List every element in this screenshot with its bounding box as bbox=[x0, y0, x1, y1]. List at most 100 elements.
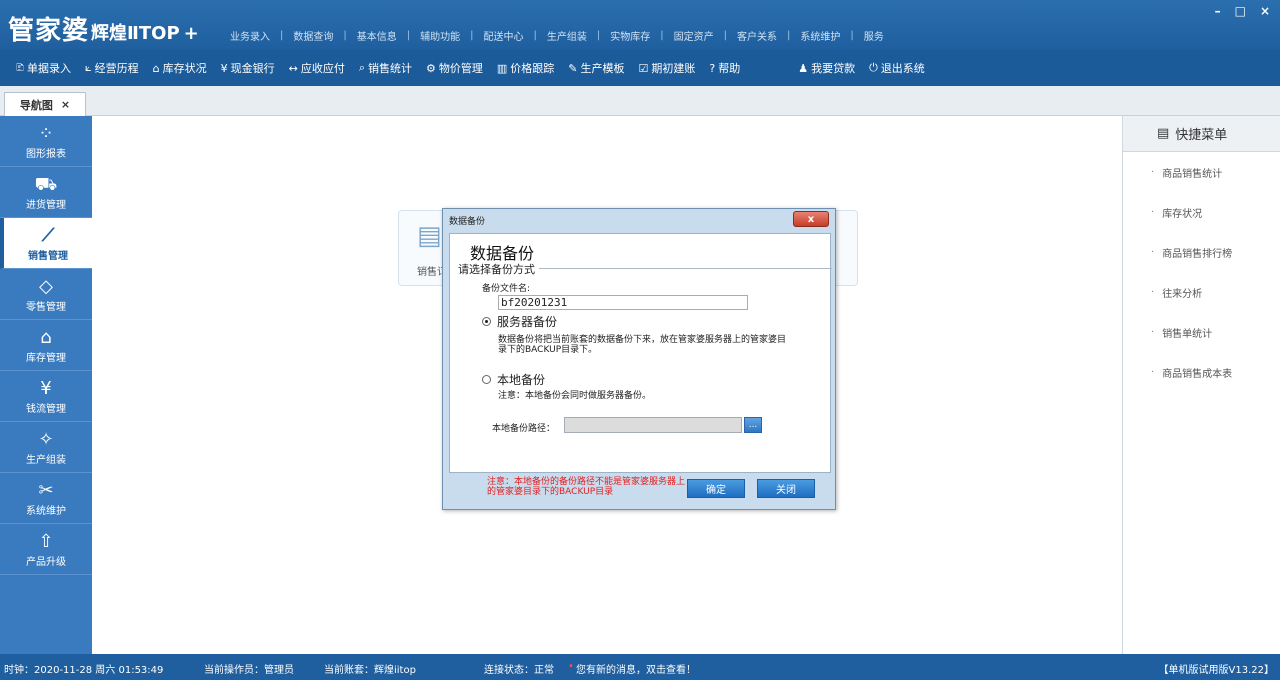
toolbar-button[interactable]: 🗈 单据录入 bbox=[16, 50, 85, 86]
top-menu-item[interactable]: 生产组装 bbox=[545, 28, 589, 43]
filename-label: 备份文件名: bbox=[482, 284, 531, 294]
top-menu-item[interactable]: 辅助功能 bbox=[418, 28, 462, 43]
close-icon[interactable]: × bbox=[1260, 4, 1270, 18]
sidebar-label: 生产组装 bbox=[26, 454, 66, 466]
top-menu-item[interactable]: 基本信息 bbox=[355, 28, 399, 43]
bullet-icon: · bbox=[1151, 366, 1155, 378]
toolbar-label: 退出系统 bbox=[880, 62, 925, 75]
toolbar-button[interactable]: ? 帮助 bbox=[709, 50, 754, 86]
top-menu-item[interactable]: 实物库存 bbox=[608, 28, 652, 43]
sidebar-label: 销售管理 bbox=[28, 250, 68, 262]
bullet-icon: · bbox=[1151, 286, 1155, 298]
toolbar-icon: ♟ bbox=[798, 61, 809, 75]
menu-separator: | bbox=[787, 30, 791, 41]
quick-menu-item[interactable]: · 商品销售成本表 bbox=[1123, 352, 1280, 392]
sidebar-item[interactable]: ⁘ 图形报表 bbox=[0, 116, 92, 167]
left-sidebar: ⁘ 图形报表 ⛟ 进货管理 ⟋ 销售管理 ◇ 零售管理 ⌂ 库存管理 ¥ 钱流管理 ✧ 生产组装 ✂ 系统维护… bbox=[0, 116, 92, 654]
top-menu-item[interactable]: 系统维护 bbox=[798, 28, 842, 43]
backup-method-label: 请选择备份方式 bbox=[458, 261, 539, 277]
maximize-icon[interactable]: □ bbox=[1235, 4, 1246, 18]
status-account: 当前账套：辉煌iitop bbox=[324, 665, 416, 676]
sidebar-icon: ⁘ bbox=[38, 122, 54, 144]
close-button[interactable]: 关闭 bbox=[757, 479, 815, 498]
quick-menu-item[interactable]: · 库存状况 bbox=[1123, 192, 1280, 232]
toolbar-button[interactable]: ♟ 我要贷款 bbox=[798, 50, 869, 86]
status-message[interactable]: 您有新的消息，双击查看！ bbox=[576, 661, 696, 676]
sidebar-item[interactable]: ⇧ 产品升级 bbox=[0, 524, 92, 575]
sidebar-item[interactable]: ¥ 钱流管理 bbox=[0, 371, 92, 422]
menu-separator: | bbox=[470, 30, 474, 41]
tab-navigation[interactable]: 导航图 × bbox=[4, 92, 86, 116]
toolbar-button[interactable]: ▥ 价格跟踪 bbox=[497, 50, 568, 86]
toolbar-label: 库存状况 bbox=[162, 62, 207, 75]
quick-menu-label: 商品销售成本表 bbox=[1162, 368, 1233, 380]
tab-close-icon[interactable]: × bbox=[61, 98, 70, 111]
menu-separator: | bbox=[533, 30, 537, 41]
browse-button[interactable]: ... bbox=[744, 417, 762, 433]
radio-unselected-icon bbox=[482, 375, 491, 384]
quick-menu-item[interactable]: · 销售单统计 bbox=[1123, 312, 1280, 352]
status-operator: 当前操作员：管理员 bbox=[204, 665, 294, 676]
toolbar-button[interactable]: ⌕ 销售统计 bbox=[359, 50, 426, 86]
status-bar: 时钟：2020-11-28 周六 01:53:49 当前操作员：管理员 当前账套… bbox=[0, 654, 1280, 680]
top-menu-item[interactable]: 固定资产 bbox=[672, 28, 716, 43]
sidebar-item[interactable]: ⛟ 进货管理 bbox=[0, 167, 92, 218]
app-logo: 管家婆 辉煌ⅡTOP + bbox=[8, 10, 199, 46]
toolbar-label: 经营历程 bbox=[94, 62, 139, 75]
local-backup-radio[interactable]: 本地备份 bbox=[482, 371, 545, 388]
toolbar-icon: ▥ bbox=[496, 61, 508, 75]
quick-menu-header: ▤ 快捷菜单 bbox=[1123, 116, 1280, 152]
bullet-icon: · bbox=[1151, 326, 1155, 338]
tab-label: 导航图 bbox=[19, 98, 53, 112]
toolbar-icon: ? bbox=[709, 61, 716, 75]
confirm-button[interactable]: 确定 bbox=[687, 479, 745, 498]
status-version: 【单机版试用版V13.22】 bbox=[1158, 665, 1274, 676]
toolbar-label: 现金银行 bbox=[230, 62, 275, 75]
toolbar-button[interactable]: ⚙ 物价管理 bbox=[426, 50, 497, 86]
sidebar-item[interactable]: ✧ 生产组装 bbox=[0, 422, 92, 473]
bullet-icon: · bbox=[1151, 246, 1155, 258]
sidebar-icon: ⌂ bbox=[40, 326, 52, 348]
toolbar-button[interactable]: ⌂ 库存状况 bbox=[153, 50, 221, 86]
top-menu-item[interactable]: 业务录入 bbox=[228, 28, 272, 43]
toolbar-button[interactable]: ☑ 期初建账 bbox=[639, 50, 710, 86]
window-controls: – □ × bbox=[1215, 4, 1270, 18]
footer-warning: 注意：本地备份的备份路径不能是管家婆服务器上的管家婆目录下的BACKUP目录 bbox=[487, 477, 686, 497]
toolbar-button[interactable]: ↔ 应收应付 bbox=[289, 50, 359, 86]
toolbar-button[interactable]: ¥ 现金银行 bbox=[221, 50, 289, 86]
toolbar-icon: ⌂ bbox=[152, 61, 160, 75]
tab-strip: 导航图 × bbox=[0, 86, 1280, 116]
quick-menu-item[interactable]: · 商品销售排行榜 bbox=[1123, 232, 1280, 272]
top-menu-item[interactable]: 客户关系 bbox=[735, 28, 779, 43]
top-menu-item[interactable]: 数据查询 bbox=[291, 28, 335, 43]
toolbar-icon: 🗈 bbox=[16, 60, 25, 74]
minimize-icon[interactable]: – bbox=[1215, 4, 1221, 18]
toolbar-button[interactable]: ⟀ 经营历程 bbox=[85, 50, 153, 86]
menu-separator: | bbox=[850, 30, 854, 41]
quick-menu-item[interactable]: · 往来分析 bbox=[1123, 272, 1280, 312]
sales-order-icon: ▤ bbox=[417, 221, 442, 251]
toolbar-label: 单据录入 bbox=[27, 62, 72, 75]
top-menu-item[interactable]: 配送中心 bbox=[482, 28, 526, 43]
server-backup-radio[interactable]: 服务器备份 bbox=[482, 313, 557, 330]
status-clock: 时钟：2020-11-28 周六 01:53:49 bbox=[4, 665, 164, 676]
local-path-input[interactable] bbox=[564, 417, 742, 433]
local-backup-label: 本地备份 bbox=[497, 373, 546, 387]
sidebar-label: 图形报表 bbox=[26, 148, 66, 160]
dialog-title: 数据备份 bbox=[449, 216, 486, 227]
menu-separator: | bbox=[596, 30, 601, 41]
main-toolbar: 🗈 单据录入 ⟀ 经营历程 ⌂ 库存状况 ¥ 现金银行 ↔ 应收应付 ⌕ 销售统计 ⚙ 物价管理 ▥ 价格跟踪… bbox=[0, 50, 1280, 86]
message-dot-icon: • bbox=[568, 661, 574, 672]
toolbar-button[interactable]: ✎ 生产模板 bbox=[568, 50, 638, 86]
sidebar-item[interactable]: ⟋ 销售管理 bbox=[0, 218, 92, 269]
sidebar-item[interactable]: ✂ 系统维护 bbox=[0, 473, 92, 524]
filename-input[interactable]: bf20201231 bbox=[498, 295, 748, 310]
toolbar-label: 物价管理 bbox=[438, 62, 483, 75]
dialog-close-button[interactable]: x bbox=[793, 211, 829, 227]
top-menu-item[interactable]: 服务 bbox=[862, 28, 886, 43]
toolbar-button[interactable]: ⏻ 退出系统 bbox=[869, 50, 939, 86]
edition-name: 辉煌ⅡTOP bbox=[91, 23, 180, 44]
sidebar-item[interactable]: ⌂ 库存管理 bbox=[0, 320, 92, 371]
quick-menu-item[interactable]: · 商品销售统计 bbox=[1123, 152, 1280, 192]
sidebar-item[interactable]: ◇ 零售管理 bbox=[0, 269, 92, 320]
